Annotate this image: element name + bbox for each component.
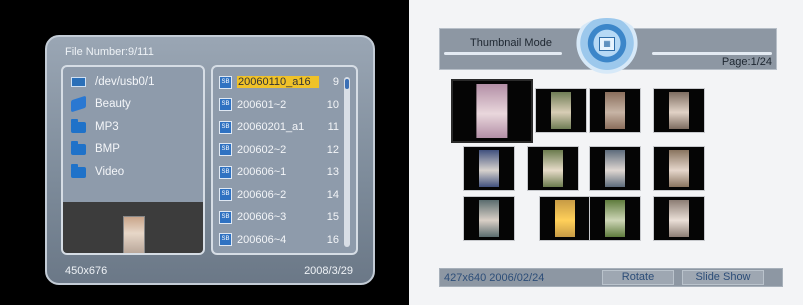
file-name: 200601~2 (237, 98, 287, 111)
image-file-icon: SB (219, 98, 232, 111)
folder-label: /dev/usb0/1 (95, 76, 155, 88)
image-resolution: 450x676 (65, 265, 108, 277)
file-name: 200606~3 (237, 211, 287, 223)
slide-show-button[interactable]: Slide Show (682, 270, 764, 285)
file-row[interactable]: SB 20060201_a1 11 (219, 118, 339, 136)
file-index: 9 (332, 76, 339, 88)
photo-image (605, 200, 625, 237)
image-file-icon: SB (219, 75, 232, 89)
file-index: 16 (326, 233, 339, 246)
file-browser-screen: File Number:9/111 /dev/usb0/1 Beauty MP3… (0, 0, 404, 305)
usb-drive-icon (71, 77, 86, 87)
file-row[interactable]: SB 20060110_a16 9 (219, 73, 339, 91)
photo-image (555, 200, 575, 237)
file-scrollbar[interactable] (344, 77, 350, 247)
image-file-icon: SB (219, 233, 232, 246)
photo-thumbnail[interactable] (527, 146, 579, 191)
file-list: SB 20060110_a16 9 SB 200601~2 10 SB 20060201_a1… (211, 65, 358, 255)
file-index: 15 (326, 211, 339, 223)
photo-thumbnail[interactable] (653, 196, 705, 241)
photo-image (669, 200, 689, 237)
file-name: 20060201_a1 (237, 121, 305, 133)
status-bar: 427x640 2006/02/24 Rotate Slide Show (439, 268, 783, 287)
file-index: 10 (326, 98, 339, 111)
file-browser-panel: File Number:9/111 /dev/usb0/1 Beauty MP3… (45, 35, 375, 285)
folder-item-beauty[interactable]: Beauty (71, 95, 131, 113)
photo-thumbnail[interactable] (463, 146, 515, 191)
photo-grid-icon: ▦ (599, 37, 615, 51)
image-preview (63, 202, 203, 253)
file-name: 200602~2 (237, 143, 287, 156)
header-line (444, 52, 562, 55)
file-row[interactable]: SB 200602~2 12 (219, 141, 339, 159)
folder-icon (71, 140, 86, 155)
rotate-button[interactable]: Rotate (602, 270, 674, 285)
file-name: 200606~1 (237, 166, 287, 178)
photo-image (479, 200, 499, 237)
folder-label: Beauty (95, 98, 131, 110)
file-row[interactable]: SB 200601~2 10 (219, 96, 339, 114)
mode-title: Thumbnail Mode (470, 37, 552, 49)
folder-item-bmp[interactable]: BMP (71, 140, 120, 158)
folder-item-video[interactable]: Video (71, 163, 124, 181)
file-name: 200606~2 (237, 188, 287, 201)
photo-image (543, 150, 563, 187)
photo-image (669, 150, 689, 187)
file-row[interactable]: SB 200606~1 13 (219, 163, 339, 181)
file-row[interactable]: SB 200606~2 14 (219, 186, 339, 204)
photo-thumbnail[interactable] (463, 196, 515, 241)
file-scroll-thumb[interactable] (345, 79, 349, 89)
image-file-icon: SB (219, 165, 232, 179)
file-row[interactable]: SB 200606~3 15 (219, 208, 339, 226)
file-index: 11 (327, 121, 339, 133)
photo-thumbnail[interactable] (451, 79, 533, 143)
folder-label: MP3 (95, 121, 119, 133)
photo-image (479, 150, 499, 187)
folder-label: Video (95, 166, 125, 178)
thumbnail-screen: Thumbnail Mode Page:1/24 ▦ 427x640 2006/… (409, 0, 803, 305)
folder-item-usb[interactable]: /dev/usb0/1 (71, 73, 154, 91)
header-line (652, 52, 772, 55)
selected-image-info: 427x640 2006/02/24 (444, 272, 545, 284)
image-file-icon: SB (219, 188, 232, 201)
file-index: 14 (326, 188, 339, 201)
preview-photo (123, 216, 145, 253)
photo-image (476, 84, 508, 138)
folder-list: /dev/usb0/1 Beauty MP3 BMP Video (61, 65, 205, 255)
photo-image (605, 92, 625, 129)
photo-mode-badge: ▦ (571, 18, 643, 74)
file-index: 12 (326, 143, 339, 156)
photo-image (551, 92, 571, 129)
folder-icon (71, 118, 86, 133)
photo-thumbnail[interactable] (653, 88, 705, 133)
folder-item-mp3[interactable]: MP3 (71, 118, 119, 136)
file-name: 20060110_a16 (237, 76, 319, 88)
file-number-label: File Number:9/111 (65, 46, 154, 58)
file-row[interactable]: SB 200606~4 16 (219, 231, 339, 249)
photo-thumbnail[interactable] (589, 196, 641, 241)
folder-icon (71, 163, 86, 178)
photo-thumbnail[interactable] (535, 88, 587, 133)
photo-thumbnail[interactable] (653, 146, 705, 191)
photo-thumbnail[interactable] (539, 196, 591, 241)
file-name: 200606~4 (237, 233, 287, 246)
image-file-icon: SB (219, 120, 232, 134)
photo-image (605, 150, 625, 187)
image-date: 2008/3/29 (304, 265, 353, 277)
folder-open-icon (71, 95, 86, 113)
photo-image (669, 92, 689, 129)
folder-label: BMP (95, 143, 120, 155)
image-file-icon: SB (219, 210, 232, 224)
image-file-icon: SB (219, 143, 232, 156)
page-indicator: Page:1/24 (721, 56, 772, 68)
photo-thumbnail[interactable] (589, 88, 641, 133)
file-index: 13 (326, 166, 339, 178)
photo-thumbnail[interactable] (589, 146, 641, 191)
